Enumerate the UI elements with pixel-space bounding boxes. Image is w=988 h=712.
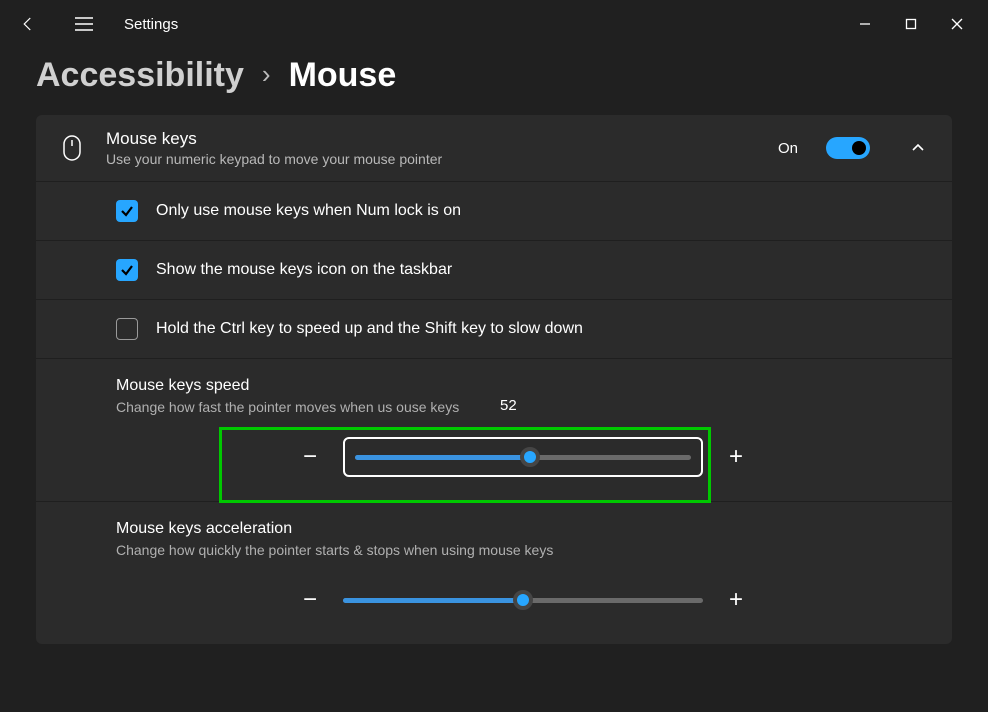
ctrlshift-checkbox[interactable] (116, 318, 138, 340)
back-button[interactable] (8, 4, 48, 44)
numlock-checkbox[interactable] (116, 200, 138, 222)
maximize-button[interactable] (888, 8, 934, 40)
mouse-keys-title: Mouse keys (106, 129, 758, 149)
app-title: Settings (124, 16, 178, 33)
close-button[interactable] (934, 8, 980, 40)
speed-subtitle: Change how fast the pointer moves when u… (116, 399, 930, 415)
speed-tooltip: 52 (494, 397, 523, 414)
minimize-button[interactable] (842, 8, 888, 40)
speed-increase-button[interactable]: + (721, 443, 751, 471)
mouse-keys-panel: Mouse keys Use your numeric keypad to mo… (36, 115, 952, 644)
speed-slider-thumb[interactable] (520, 447, 540, 467)
accel-slider-thumb[interactable] (513, 590, 533, 610)
breadcrumb: Accessibility › Mouse (0, 48, 988, 115)
speed-title: Mouse keys speed (116, 377, 930, 395)
speed-slider[interactable] (343, 437, 703, 477)
accel-decrease-button[interactable]: − (295, 586, 325, 614)
collapse-button[interactable] (906, 141, 930, 155)
option-numlock-row: Only use mouse keys when Num lock is on (36, 182, 952, 241)
option-taskbar-row: Show the mouse keys icon on the taskbar (36, 241, 952, 300)
menu-button[interactable] (64, 4, 104, 44)
accel-section: Mouse keys acceleration Change how quick… (36, 502, 952, 644)
mouse-icon (58, 135, 86, 161)
toggle-state-label: On (778, 140, 798, 157)
option-ctrlshift-row: Hold the Ctrl key to speed up and the Sh… (36, 300, 952, 359)
speed-decrease-button[interactable]: − (295, 443, 325, 471)
mouse-keys-expander-header[interactable]: Mouse keys Use your numeric keypad to mo… (36, 115, 952, 182)
accel-subtitle: Change how quickly the pointer starts & … (116, 542, 930, 558)
mouse-keys-subtitle: Use your numeric keypad to move your mou… (106, 151, 758, 167)
mouse-keys-toggle[interactable] (826, 137, 870, 159)
taskbar-label: Show the mouse keys icon on the taskbar (156, 261, 452, 279)
taskbar-checkbox[interactable] (116, 259, 138, 281)
page-title: Mouse (289, 56, 397, 95)
accel-slider[interactable] (343, 580, 703, 620)
numlock-label: Only use mouse keys when Num lock is on (156, 202, 461, 220)
speed-section: Mouse keys speed Change how fast the poi… (36, 359, 952, 502)
ctrlshift-label: Hold the Ctrl key to speed up and the Sh… (156, 320, 583, 338)
accel-increase-button[interactable]: + (721, 586, 751, 614)
chevron-right-icon: › (262, 59, 271, 90)
accel-title: Mouse keys acceleration (116, 520, 930, 538)
breadcrumb-parent[interactable]: Accessibility (36, 56, 244, 95)
title-bar: Settings (0, 0, 988, 48)
